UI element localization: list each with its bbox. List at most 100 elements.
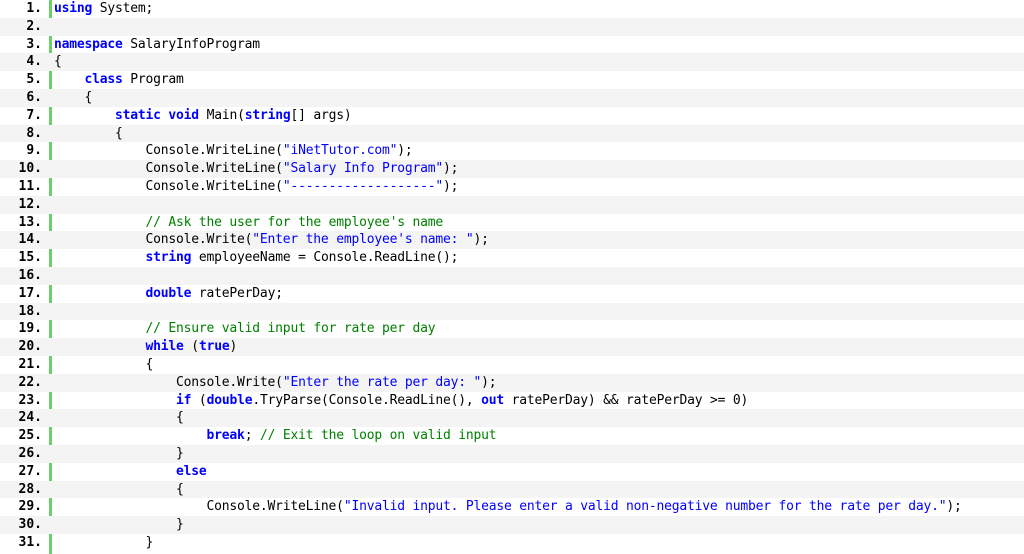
code-line: 20. while (true) <box>0 338 1024 356</box>
code-line: 31. } <box>0 534 1024 552</box>
code-line: 28. { <box>0 480 1024 499</box>
code-line: 13. // Ask the user for the employee's n… <box>0 214 1024 232</box>
keyword-token: using <box>54 1 93 16</box>
keyword-token: while <box>145 339 184 355</box>
line-number: 18. <box>18 303 42 319</box>
line-number: 5. <box>26 72 42 88</box>
code-line: 27. else <box>0 463 1024 481</box>
code-text: if (double.TryParse(Console.ReadLine(), … <box>54 392 748 410</box>
code-text: else <box>54 463 207 481</box>
keyword-token: namespace <box>54 36 123 52</box>
code-text: { <box>54 409 184 427</box>
code-token: SalaryInfoProgram <box>122 36 260 52</box>
code-text: double ratePerDay; <box>54 285 283 303</box>
code-text: // Ensure valid input for rate per day <box>54 320 436 338</box>
code-token: { <box>54 54 62 70</box>
keyword-token: string <box>145 250 192 266</box>
code-line: 10. Console.WriteLine("Salary Info Progr… <box>0 160 1024 178</box>
line-number: 2. <box>26 18 42 34</box>
line-number: 7. <box>26 107 42 123</box>
line-number: 27. <box>18 463 42 479</box>
code-line: 9. Console.WriteLine("iNetTutor.com"); <box>0 142 1024 160</box>
line-number: 8. <box>26 125 42 141</box>
code-text: Console.Write("Enter the rate per day: "… <box>54 374 497 392</box>
code-token: } <box>54 517 184 533</box>
code-token: Console.Write( <box>54 374 283 390</box>
code-line: 29. Console.WriteLine("Invalid input. Pl… <box>0 498 1024 516</box>
code-line: 24. { <box>0 409 1024 428</box>
code-token: [] args) <box>290 107 352 123</box>
code-token: } <box>54 446 184 461</box>
code-line: 22. Console.Write("Enter the rate per da… <box>0 373 1024 392</box>
keyword-token: string <box>244 107 291 123</box>
line-number: 29. <box>18 499 42 515</box>
line-number: 30. <box>18 517 42 533</box>
keyword-token: out <box>481 392 505 408</box>
code-token: { <box>54 481 184 497</box>
string-token: "iNetTutor.com" <box>282 143 398 159</box>
code-text: static void Main(string[] args) <box>54 107 352 125</box>
code-text: Console.WriteLine("Invalid input. Please… <box>54 498 962 516</box>
code-text: Console.WriteLine("iNetTutor.com"); <box>54 142 413 160</box>
code-text: { <box>54 356 154 374</box>
code-token: ); <box>397 143 413 159</box>
keyword-token: double <box>145 285 192 301</box>
keyword-token: double <box>206 392 253 408</box>
code-token: ); <box>946 499 962 515</box>
code-line: 5. class Program <box>0 71 1024 89</box>
code-text: { <box>54 125 123 143</box>
string-token: "-------------------" <box>282 179 443 194</box>
line-number: 26. <box>18 446 42 461</box>
string-token: "Invalid input. Please enter a valid non… <box>343 499 947 515</box>
code-token: { <box>54 357 154 372</box>
line-number: 20. <box>18 339 42 355</box>
keyword-token: class <box>84 72 123 88</box>
comment-token: // Ask the user for the employee's name <box>145 214 444 230</box>
code-line: 2. <box>0 17 1024 36</box>
code-line: 21. { <box>0 356 1024 374</box>
code-token: Console.WriteLine( <box>54 499 344 515</box>
keyword-token: true <box>198 339 230 355</box>
code-token: ); <box>442 179 459 194</box>
line-number: 1. <box>26 1 42 16</box>
code-line: 3. namespace SalaryInfoProgram <box>0 36 1024 54</box>
line-number: 12. <box>18 196 42 212</box>
code-text: Console.WriteLine("-------------------")… <box>54 178 459 196</box>
line-number: 21. <box>18 357 42 372</box>
line-number: 16. <box>18 268 42 283</box>
comment-token: // Exit the loop on valid input <box>259 428 497 444</box>
code-token: ); <box>481 374 497 390</box>
code-line: 17. double ratePerDay; <box>0 285 1024 303</box>
code-token: Main( <box>198 107 245 123</box>
code-token: ; <box>244 428 260 444</box>
code-line: 15. string employeeName = Console.ReadLi… <box>0 249 1024 267</box>
code-text: { <box>54 89 93 107</box>
line-number: 15. <box>18 250 42 266</box>
code-text: break; // Exit the loop on valid input <box>54 427 497 445</box>
code-text: } <box>54 445 184 463</box>
code-text: while (true) <box>54 338 238 356</box>
code-token: ) <box>229 339 238 355</box>
line-number: 3. <box>26 36 42 52</box>
code-token: ratePerDay) && ratePerDay >= 0) <box>504 392 749 408</box>
code-line: 14. Console.Write("Enter the employee's … <box>0 231 1024 250</box>
code-token: employeeName = Console.ReadLine(); <box>191 250 459 266</box>
line-number: 22. <box>18 374 42 390</box>
code-listing: 1. using System; 2. 3. namespace SalaryInfoP… <box>0 0 1024 554</box>
code-token: { <box>54 90 93 105</box>
code-text: Console.WriteLine("Salary Info Program")… <box>54 160 459 178</box>
code-line: 16. <box>0 267 1024 285</box>
line-number: 19. <box>18 321 42 337</box>
code-token: Console.WriteLine( <box>54 179 283 194</box>
code-token: Console.WriteLine( <box>54 143 283 159</box>
line-number: 6. <box>26 90 42 105</box>
code-line: 18. <box>0 302 1024 321</box>
code-text: { <box>54 481 184 499</box>
code-token: ); <box>442 161 459 177</box>
